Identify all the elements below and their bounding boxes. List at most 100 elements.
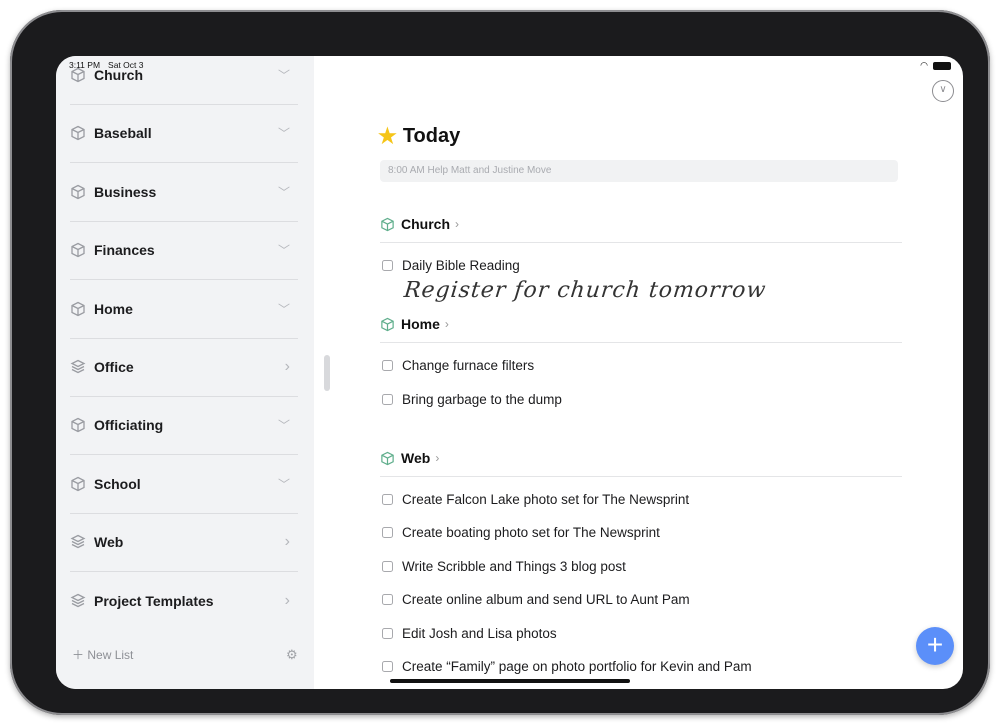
- box-icon: [70, 476, 86, 492]
- sidebar-item-label: Officiating: [94, 417, 164, 434]
- stack-icon: [70, 534, 86, 550]
- section-header-home[interactable]: Home ›: [380, 316, 449, 332]
- task-row[interactable]: Change furnace filters: [382, 358, 534, 373]
- task-checkbox[interactable]: [382, 561, 393, 572]
- status-time: 3:11 PM: [69, 60, 101, 70]
- sidebar-item-business[interactable]: Business ﹀: [70, 163, 300, 221]
- wifi-icon: ◠: [920, 60, 928, 70]
- section-divider: [380, 476, 902, 477]
- box-icon: [70, 242, 86, 258]
- box-icon: [380, 217, 395, 232]
- ipad-frame: 3:11 PM Sat Oct 3 ＋ New List ⚙ Church ﹀ Bas…: [10, 10, 990, 715]
- section-title: Home: [401, 316, 440, 332]
- box-icon: [70, 184, 86, 200]
- task-row[interactable]: Edit Josh and Lisa photos: [382, 626, 557, 641]
- sidebar-item-web[interactable]: Web ›: [70, 513, 300, 571]
- handwritten-note[interactable]: Register for church tomorrow: [403, 278, 768, 303]
- task-title: Create boating photo set for The Newspri…: [402, 525, 660, 540]
- task-checkbox[interactable]: [382, 594, 393, 605]
- task-title: Edit Josh and Lisa photos: [402, 626, 557, 641]
- chevron-down-icon[interactable]: ﹀: [278, 125, 290, 142]
- task-row[interactable]: Create boating photo set for The Newspri…: [382, 525, 660, 540]
- stack-icon: [70, 359, 86, 375]
- task-title: Bring garbage to the dump: [402, 392, 562, 407]
- sidebar-item-project-templates[interactable]: Project Templates ›: [70, 572, 300, 630]
- sidebar-item-home[interactable]: Home ﹀: [70, 280, 300, 338]
- section-divider: [380, 342, 902, 343]
- new-list-button[interactable]: ＋ New List: [72, 646, 133, 663]
- system-icons: ◠: [920, 60, 951, 71]
- box-icon: [70, 301, 86, 317]
- sidebar-item-label: Web: [94, 534, 124, 551]
- new-list-label: New List: [87, 648, 134, 662]
- chevron-right-icon[interactable]: ›: [285, 358, 290, 376]
- sidebar-item-officiating[interactable]: Officiating ﹀: [70, 396, 300, 454]
- chevron-down-icon[interactable]: ﹀: [278, 417, 290, 434]
- calendar-event[interactable]: 8:00 AM Help Matt and Justine Move: [380, 160, 898, 182]
- plus-icon: ＋: [72, 648, 85, 662]
- sidebar: 3:11 PM Sat Oct 3 ＋ New List ⚙ Church ﹀ Bas…: [56, 56, 314, 689]
- task-checkbox[interactable]: [382, 527, 393, 538]
- battery-icon: [933, 61, 951, 70]
- chevron-down-icon[interactable]: ﹀: [278, 242, 290, 259]
- sidebar-item-label: Finances: [94, 242, 155, 259]
- task-checkbox[interactable]: [382, 260, 393, 271]
- settings-gear-icon[interactable]: ⚙: [286, 647, 298, 663]
- task-checkbox[interactable]: [382, 494, 393, 505]
- page-title: ★ Today: [378, 124, 460, 149]
- status-bar: 3:11 PM Sat Oct 3: [69, 60, 151, 70]
- box-icon: [380, 451, 395, 466]
- task-title: Daily Bible Reading: [402, 258, 520, 273]
- chevron-right-icon: ›: [455, 217, 459, 231]
- task-title: Write Scribble and Things 3 blog post: [402, 559, 626, 574]
- sidebar-item-label: School: [94, 475, 141, 492]
- box-icon: [70, 417, 86, 433]
- sidebar-item-office[interactable]: Office ›: [70, 338, 300, 396]
- task-title: Create Falcon Lake photo set for The New…: [402, 492, 690, 507]
- chevron-right-icon: ›: [435, 451, 440, 465]
- box-icon: [380, 317, 395, 332]
- star-icon: ★: [378, 125, 397, 148]
- screen: 3:11 PM Sat Oct 3 ＋ New List ⚙ Church ﹀ Bas…: [56, 56, 963, 689]
- title-text: Today: [402, 125, 461, 147]
- chevron-right-icon[interactable]: ›: [285, 533, 290, 551]
- section-title: Church: [401, 216, 450, 232]
- section-divider: [380, 242, 902, 243]
- task-checkbox[interactable]: [382, 360, 393, 371]
- task-title: Change furnace filters: [402, 358, 535, 373]
- chevron-right-icon[interactable]: ›: [285, 592, 290, 610]
- home-indicator[interactable]: [390, 679, 630, 683]
- collapse-chevron-button[interactable]: ∨: [932, 80, 954, 102]
- task-row[interactable]: Daily Bible Reading: [382, 258, 520, 273]
- task-title: Create “Family” page on photo portfolio …: [402, 659, 752, 674]
- task-checkbox[interactable]: [382, 394, 393, 405]
- task-checkbox[interactable]: [382, 661, 393, 672]
- chevron-right-icon: ›: [444, 317, 449, 331]
- split-view-handle[interactable]: [324, 355, 330, 391]
- sidebar-item-label: Business: [94, 183, 157, 200]
- sidebar-item-label: Baseball: [94, 125, 152, 142]
- box-icon: [70, 125, 86, 141]
- task-row[interactable]: Create online album and send URL to Aunt…: [382, 592, 690, 607]
- sidebar-item-label: Project Templates: [94, 592, 214, 609]
- chevron-down-icon[interactable]: ﹀: [278, 300, 290, 317]
- sidebar-item-finances[interactable]: Finances ﹀: [70, 221, 300, 279]
- sidebar-item-label: Office: [94, 359, 134, 375]
- section-title: Web: [401, 450, 431, 466]
- sidebar-item-label: Home: [94, 300, 133, 317]
- section-header-web[interactable]: Web ›: [380, 450, 439, 466]
- chevron-down-icon[interactable]: ﹀: [278, 67, 290, 84]
- section-header-church[interactable]: Church ›: [380, 216, 459, 232]
- task-row[interactable]: Bring garbage to the dump: [382, 392, 562, 407]
- task-checkbox[interactable]: [382, 628, 393, 639]
- task-row[interactable]: Create “Family” page on photo portfolio …: [382, 659, 752, 674]
- chevron-down-icon[interactable]: ﹀: [278, 475, 290, 492]
- sidebar-item-baseball[interactable]: Baseball ﹀: [70, 104, 300, 162]
- sidebar-item-school[interactable]: School ﹀: [70, 455, 300, 513]
- status-date: Sat Oct 3: [108, 60, 144, 70]
- task-row[interactable]: Write Scribble and Things 3 blog post: [382, 559, 626, 574]
- chevron-down-icon[interactable]: ﹀: [278, 183, 290, 200]
- add-task-button[interactable]: +: [916, 627, 954, 665]
- task-row[interactable]: Create Falcon Lake photo set for The New…: [382, 492, 689, 507]
- task-title: Create online album and send URL to Aunt…: [402, 592, 690, 607]
